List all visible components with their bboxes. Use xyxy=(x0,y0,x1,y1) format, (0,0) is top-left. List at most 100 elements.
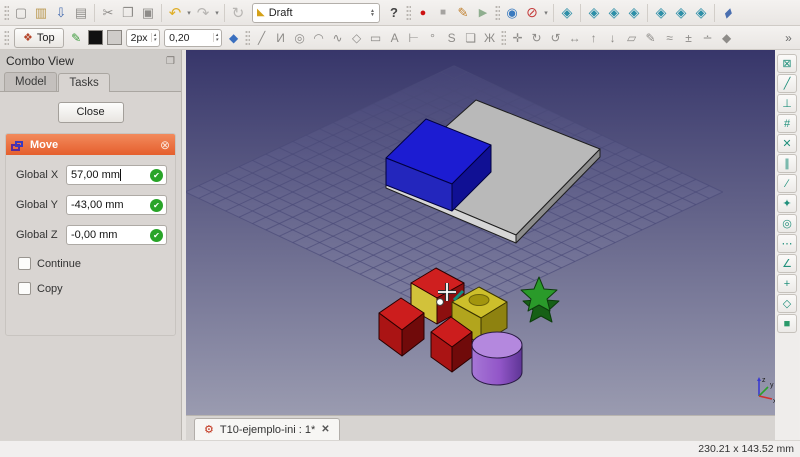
draft-bspline-icon[interactable]: ∿ xyxy=(328,28,347,47)
new-file-icon[interactable]: ▢ xyxy=(11,3,31,23)
global-z-field[interactable]: -0,00 mm ✔ xyxy=(66,225,167,245)
fit-all-icon[interactable]: ◉ xyxy=(502,3,522,23)
draft-arc-icon[interactable]: ◠ xyxy=(309,28,328,47)
snap-ortho-icon[interactable]: ◎ xyxy=(777,214,797,233)
draft-wire-icon[interactable]: И xyxy=(271,28,290,47)
draft-rectangle-icon[interactable]: ▭ xyxy=(366,28,385,47)
draft-edit-icon[interactable]: ✎ xyxy=(641,28,660,47)
draft-polygon-icon[interactable]: ◇ xyxy=(347,28,366,47)
draw-style-dropdown-icon[interactable]: ▾ xyxy=(542,9,550,17)
snap-parallel-icon[interactable]: ∥ xyxy=(777,154,797,173)
draft-line-icon[interactable]: ╱ xyxy=(252,28,271,47)
toolbar-grip[interactable] xyxy=(4,4,9,21)
draft-shape2dview-icon[interactable]: ◆ xyxy=(717,28,736,47)
draft-shapestring-icon[interactable]: S xyxy=(442,28,461,47)
print-icon[interactable]: ▤ xyxy=(71,3,91,23)
view-right-icon[interactable]: ◈ xyxy=(624,3,644,23)
undo-icon[interactable]: ↶ xyxy=(165,3,185,23)
document-tab[interactable]: ⚙ T10-ejemplo-ini : 1* ✕ xyxy=(194,418,340,440)
draft-add-point-icon[interactable]: ± xyxy=(679,28,698,47)
open-file-icon[interactable]: ▥ xyxy=(31,3,51,23)
view-axonometric-icon[interactable]: ◈ xyxy=(557,3,577,23)
toolbar-grip[interactable] xyxy=(4,29,9,46)
view-bottom-icon[interactable]: ◈ xyxy=(671,3,691,23)
macro-record-icon[interactable]: ● xyxy=(413,3,433,23)
toolbar-grip[interactable] xyxy=(501,29,507,46)
close-task-button[interactable]: Close xyxy=(57,102,124,123)
draft-circle-icon[interactable]: ◎ xyxy=(290,28,309,47)
draft-offset-icon[interactable]: ↺ xyxy=(546,28,565,47)
snap-perpendicular-icon[interactable]: ⊥ xyxy=(777,94,797,113)
snap-midpoint-icon[interactable]: ∕ xyxy=(777,174,797,193)
spin-arrows-icon[interactable]: ▴ ▾ xyxy=(212,33,221,42)
draft-facebinder-icon[interactable]: ❏ xyxy=(461,28,480,47)
draft-dimension-icon[interactable]: ⊢ xyxy=(404,28,423,47)
macro-play-icon[interactable]: ▶ xyxy=(473,3,493,23)
draft-del-point-icon[interactable]: ∸ xyxy=(698,28,717,47)
snap-intersection-icon[interactable]: ✕ xyxy=(777,134,797,153)
draft-wire2bspline-icon[interactable]: ≈ xyxy=(660,28,679,47)
3d-viewport[interactable]: z y x xyxy=(186,50,775,415)
draft-upgrade-icon[interactable]: ↑ xyxy=(584,28,603,47)
draft-downgrade-icon[interactable]: ↓ xyxy=(603,28,622,47)
view-left-icon[interactable]: ◈ xyxy=(691,3,711,23)
measure-distance-icon[interactable]: ▰ xyxy=(714,0,742,27)
collapse-panel-icon[interactable]: ⊗ xyxy=(160,138,170,152)
snap-angle-icon[interactable]: ∠ xyxy=(777,254,797,273)
toolbar-grip[interactable] xyxy=(406,4,411,21)
copy-checkbox[interactable] xyxy=(18,282,31,295)
combo-arrows-icon[interactable]: ▲ ▼ xyxy=(370,8,375,17)
line-color-swatch[interactable] xyxy=(87,30,103,45)
draft-move-icon[interactable]: ✛ xyxy=(508,28,527,47)
whats-this-icon[interactable]: ? xyxy=(384,3,404,23)
draft-trimex-icon[interactable]: ↔ xyxy=(565,28,584,47)
snap-endpoint-icon[interactable]: ╱ xyxy=(777,74,797,93)
view-top-icon[interactable]: ◈ xyxy=(604,3,624,23)
construction-mode-icon[interactable]: ✎ xyxy=(67,28,86,47)
draft-text-icon[interactable]: A xyxy=(385,28,404,47)
toolbar-overflow-icon[interactable]: » xyxy=(779,28,798,47)
refresh-icon[interactable]: ↻ xyxy=(228,3,248,23)
undo-dropdown-icon[interactable]: ▾ xyxy=(185,9,193,17)
tab-model[interactable]: Model xyxy=(4,72,58,91)
snap-special-icon[interactable]: + xyxy=(777,274,797,293)
draft-point-icon[interactable]: ° xyxy=(423,28,442,47)
macro-edit-icon[interactable]: ✎ xyxy=(453,3,473,23)
redo-dropdown-icon[interactable]: ▾ xyxy=(213,9,221,17)
autogroup-icon[interactable]: ◆ xyxy=(224,28,243,47)
tab-tasks[interactable]: Tasks xyxy=(58,73,110,92)
global-y-field[interactable]: -43,00 mm ✔ xyxy=(66,195,167,215)
working-plane-button[interactable]: ❖ Top xyxy=(14,27,64,48)
macro-stop-icon[interactable]: ■ xyxy=(433,3,453,23)
close-document-icon[interactable]: ✕ xyxy=(321,424,329,435)
line-width-spinbox[interactable]: 2px ▴ ▾ xyxy=(125,28,161,47)
snap-lock-icon[interactable]: ⊠ xyxy=(777,54,797,73)
view-front-icon[interactable]: ◈ xyxy=(584,3,604,23)
purple-cylinder[interactable] xyxy=(471,331,523,386)
face-color-swatch[interactable] xyxy=(106,30,122,45)
snap-working-plane-icon[interactable]: ■ xyxy=(777,314,797,333)
toolbar-grip[interactable] xyxy=(495,4,500,21)
float-panel-icon[interactable]: ❐ xyxy=(166,56,175,67)
snap-grid-icon[interactable]: # xyxy=(777,114,797,133)
draft-scale-icon[interactable]: ▱ xyxy=(622,28,641,47)
draw-style-icon[interactable]: ⊘ xyxy=(522,3,542,23)
move-panel-header[interactable]: Move ⊗ xyxy=(6,134,175,155)
snap-near-icon[interactable]: ◇ xyxy=(777,294,797,313)
copy-icon[interactable]: ❐ xyxy=(118,3,138,23)
workbench-selector[interactable]: ◣ Draft ▲ ▼ xyxy=(252,2,380,23)
scale-spinbox[interactable]: 0,20 ▴ ▾ xyxy=(164,28,223,47)
continue-checkbox[interactable] xyxy=(18,257,31,270)
save-icon[interactable]: ⇩ xyxy=(51,3,71,23)
snap-center-icon[interactable]: ✦ xyxy=(777,194,797,213)
global-x-field[interactable]: 57,00 mm ✔ xyxy=(66,165,167,185)
toolbar-grip[interactable] xyxy=(245,29,251,46)
spin-arrows-icon[interactable]: ▴ ▾ xyxy=(150,33,159,42)
draft-rotate-icon[interactable]: ↻ xyxy=(527,28,546,47)
cut-icon[interactable]: ✂ xyxy=(98,3,118,23)
redo-icon[interactable]: ↷ xyxy=(193,3,213,23)
snap-extension-icon[interactable]: ⋯ xyxy=(777,234,797,253)
paste-icon[interactable]: ▣ xyxy=(138,3,158,23)
draft-bezier-icon[interactable]: Ж xyxy=(480,28,499,47)
view-rear-icon[interactable]: ◈ xyxy=(651,3,671,23)
